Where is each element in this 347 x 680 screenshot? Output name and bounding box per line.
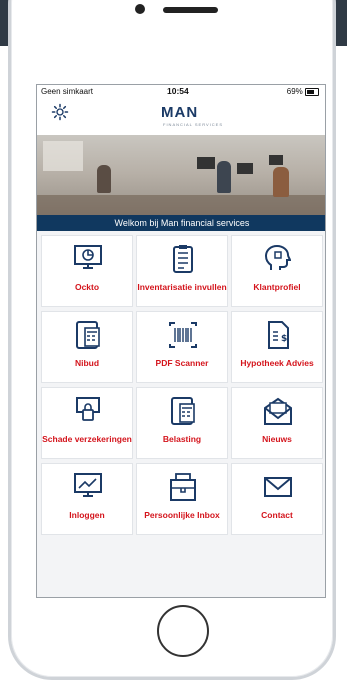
tile-belasting[interactable]: Belasting xyxy=(136,387,228,459)
calculator-money-icon xyxy=(171,397,195,425)
tile-inloggen[interactable]: Inloggen xyxy=(41,463,133,535)
battery-icon xyxy=(305,87,319,96)
tile-contact[interactable]: Contact xyxy=(231,463,323,535)
barcode-scanner-icon xyxy=(169,322,197,348)
battery-indicator: 69% xyxy=(287,87,319,96)
head-puzzle-icon xyxy=(264,244,292,270)
tile-label: Klantprofiel xyxy=(253,282,301,292)
app-screen: Geen simkaart 10:54 69% MAN FINANCIAL SE… xyxy=(36,84,326,598)
tile-schade-verzekeringen[interactable]: Schade verzekeringen xyxy=(41,387,133,459)
hero-image: Welkom bij Man financial services xyxy=(37,135,325,231)
tile-label: Nibud xyxy=(74,358,100,368)
tile-inventarisatie[interactable]: Inventarisatie invullen xyxy=(136,235,228,307)
brand-logo-subtext: FINANCIAL SERVICES xyxy=(163,122,224,127)
svg-text:$: $ xyxy=(281,334,287,344)
envelope-icon xyxy=(264,477,292,497)
clipboard-list-icon xyxy=(173,245,193,273)
tile-label: Inloggen xyxy=(69,510,105,520)
tile-label: Schade verzekeringen xyxy=(42,434,132,444)
clock: 10:54 xyxy=(167,86,189,96)
tile-label: Persoonlijke Inbox xyxy=(144,510,220,520)
app-header: MAN FINANCIAL SERVICES xyxy=(37,99,325,135)
tile-label: PDF Scanner xyxy=(155,358,209,368)
document-dollar-icon: $ xyxy=(268,321,289,349)
envelope-letter-icon xyxy=(264,397,292,425)
tile-ockto[interactable]: Ockto xyxy=(41,235,133,307)
monitor-login-icon xyxy=(74,473,102,497)
inbox-tray-icon xyxy=(170,473,196,501)
tile-klantprofiel[interactable]: Klantprofiel xyxy=(231,235,323,307)
tile-label: Ockto xyxy=(74,282,100,292)
tile-nibud[interactable]: Nibud xyxy=(41,311,133,383)
lock-shield-icon xyxy=(76,397,100,421)
home-button[interactable] xyxy=(157,605,209,657)
tile-label: Belasting xyxy=(162,434,202,444)
camera xyxy=(135,4,145,14)
tile-label: Contact xyxy=(261,510,293,520)
tile-label: Nieuws xyxy=(262,434,292,444)
tile-label: Hypotheek Advies xyxy=(240,358,314,368)
tile-pdf-scanner[interactable]: PDF Scanner xyxy=(136,311,228,383)
battery-percent: 69% xyxy=(286,87,303,96)
speaker-grille xyxy=(163,7,218,13)
tile-persoonlijke-inbox[interactable]: Persoonlijke Inbox xyxy=(136,463,228,535)
monitor-chart-icon xyxy=(74,245,102,269)
tile-label: Inventarisatie invullen xyxy=(137,282,227,292)
tile-nieuws[interactable]: Nieuws xyxy=(231,387,323,459)
status-bar: Geen simkaart 10:54 69% xyxy=(37,85,325,99)
tile-hypotheek-advies[interactable]: $ Hypotheek Advies xyxy=(231,311,323,383)
brand-logo: MAN xyxy=(161,104,199,121)
welcome-banner: Welkom bij Man financial services xyxy=(37,215,325,231)
gear-icon[interactable] xyxy=(51,103,69,121)
carrier-text: Geen simkaart xyxy=(41,87,94,96)
calculator-money-icon xyxy=(76,321,100,349)
